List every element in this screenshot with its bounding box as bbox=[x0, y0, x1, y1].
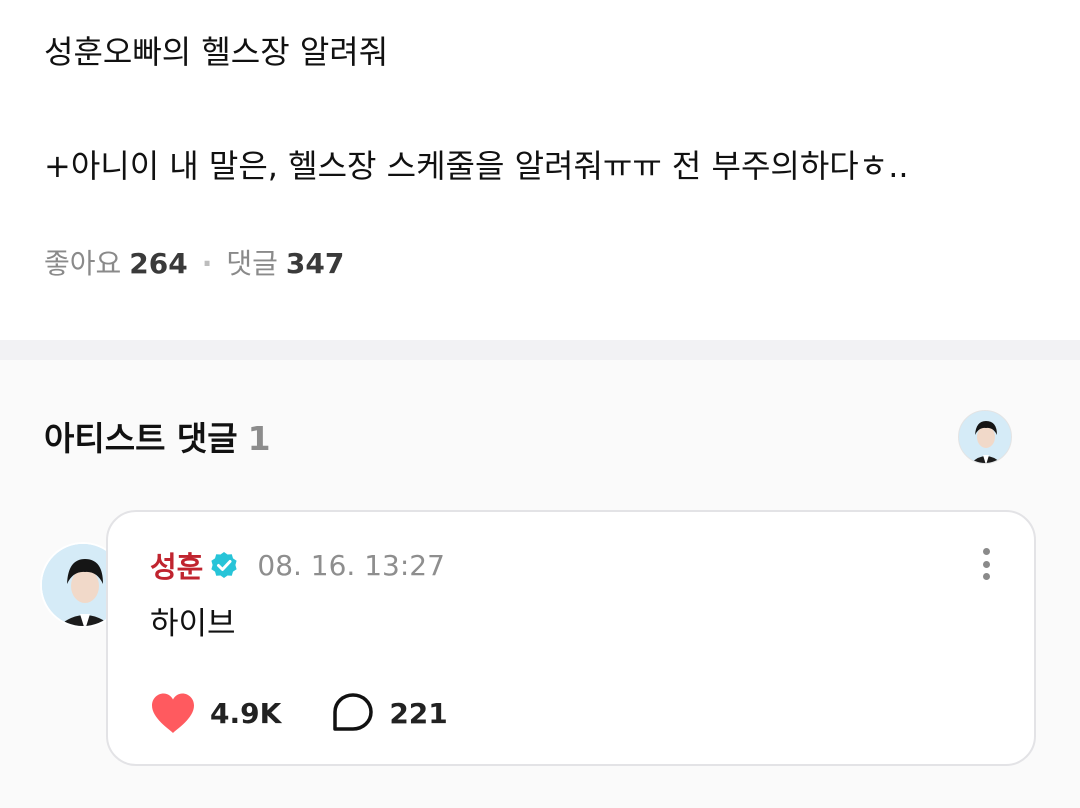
artist-comments-section: 아티스트 댓글 1 성훈 08. 16. 13:27 하이브 4.9K 221 bbox=[0, 360, 1080, 808]
reply-count: 221 bbox=[389, 696, 448, 730]
like-button[interactable]: 4.9K bbox=[150, 692, 281, 734]
comments-label[interactable]: 댓글 bbox=[226, 246, 278, 282]
reply-button[interactable]: 221 bbox=[331, 692, 448, 734]
verified-badge-icon bbox=[211, 552, 237, 578]
artist-comments-title: 아티스트 댓글 1 bbox=[44, 418, 271, 460]
section-divider bbox=[0, 340, 1080, 360]
like-count: 4.9K bbox=[210, 696, 282, 730]
comments-count[interactable]: 347 bbox=[286, 246, 344, 282]
likes-count[interactable]: 264 bbox=[129, 246, 187, 282]
more-vertical-icon[interactable] bbox=[974, 544, 998, 584]
artist-avatar-small[interactable] bbox=[958, 410, 1012, 464]
post-text-line-1: 성훈오빠의 헬스장 알려줘 bbox=[44, 33, 389, 71]
artist-comments-title-text: 아티스트 댓글 bbox=[44, 419, 238, 458]
comment-actions: 4.9K 221 bbox=[150, 692, 498, 734]
artist-comment-card[interactable]: 성훈 08. 16. 13:27 하이브 4.9K 221 bbox=[106, 510, 1036, 766]
artist-comments-count: 1 bbox=[247, 419, 271, 458]
comment-text: 하이브 bbox=[150, 606, 236, 642]
post-stats: 좋아요 264 · 댓글 347 bbox=[44, 246, 344, 282]
comment-bubble-icon bbox=[333, 693, 374, 731]
stats-separator: · bbox=[201, 247, 213, 280]
heart-icon bbox=[152, 693, 194, 733]
post-body: 성훈오빠의 헬스장 알려줘 +아니이 내 말은, 헬스장 스케줄을 알려줘ㅠㅠ … bbox=[0, 0, 1080, 340]
comment-timestamp: 08. 16. 13:27 bbox=[257, 548, 445, 582]
avatar-small-image bbox=[959, 411, 1011, 463]
comment-author-name[interactable]: 성훈 bbox=[150, 544, 203, 586]
likes-label[interactable]: 좋아요 bbox=[44, 246, 121, 282]
post-text-line-2: +아니이 내 말은, 헬스장 스케줄을 알려줘ㅠㅠ 전 부주의하다ㅎ.. bbox=[44, 147, 909, 185]
comment-header: 성훈 08. 16. 13:27 bbox=[150, 544, 445, 586]
